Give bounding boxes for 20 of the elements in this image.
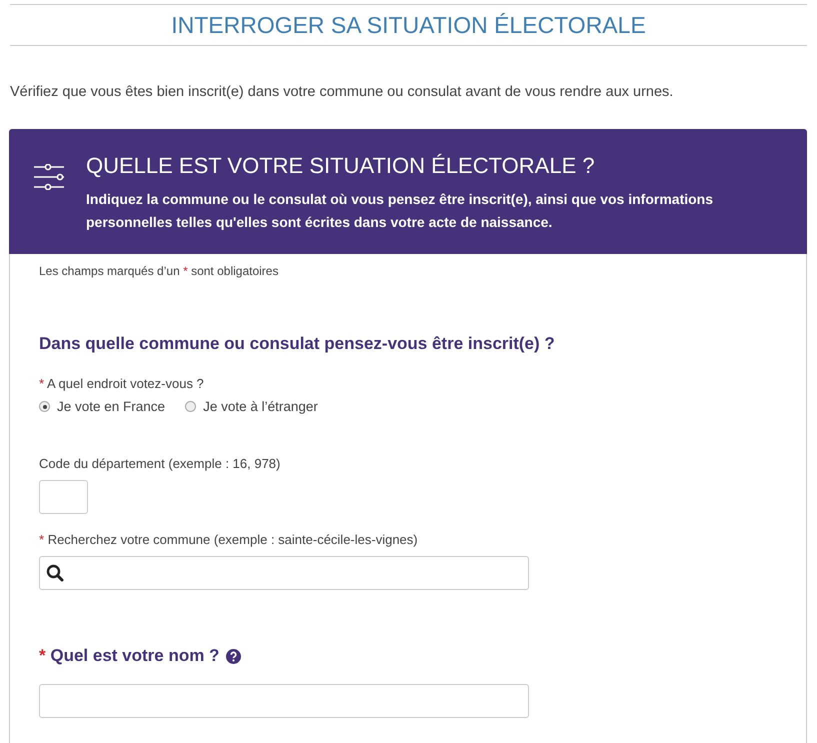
search-icon [46, 564, 64, 582]
question-label: * Quel est votre nom ? [39, 646, 220, 666]
card-subtitle: Indiquez la commune ou le consulat où vous pensez être inscrit(e), ainsi que vos informations personnelles telles qu'elles sont écrites dans votre acte de naissance. [86, 190, 714, 232]
search-field[interactable] [39, 556, 529, 590]
card-title: QUELLE EST VOTRE SITUATION ÉLECTORALE ? [86, 153, 596, 179]
input-field[interactable] [39, 684, 529, 718]
field-label: * Recherchez votre commune (exemple : sainte-cécile-les-vignes) [39, 532, 419, 547]
radio-button[interactable] [185, 401, 196, 412]
section-heading: Dans quelle commune ou consulat pensez-vous être inscrit(e) ? [39, 334, 556, 354]
input-field[interactable] [39, 480, 88, 514]
field-label: Code du département (exemple : 16, 978) [39, 456, 282, 471]
radio-option[interactable]: Je vote à l’étranger [185, 399, 318, 414]
field-label: * A quel endroit votez-vous ? [39, 376, 205, 391]
sliders-icon [34, 164, 64, 190]
page-title: INTERROGER SA SITUATION ÉLECTORALE [171, 12, 646, 38]
radio-option[interactable]: Je vote en France [39, 399, 166, 414]
help-icon[interactable] [226, 648, 242, 664]
required-notice: Les champs marqués d’un * sont obligatoires [39, 264, 280, 278]
intro-text: Vérifiez que vous êtes bien inscrit(e) dans votre commune ou consulat avant de vous rendre aux urnes. [10, 84, 674, 100]
radio-button[interactable] [39, 401, 50, 412]
